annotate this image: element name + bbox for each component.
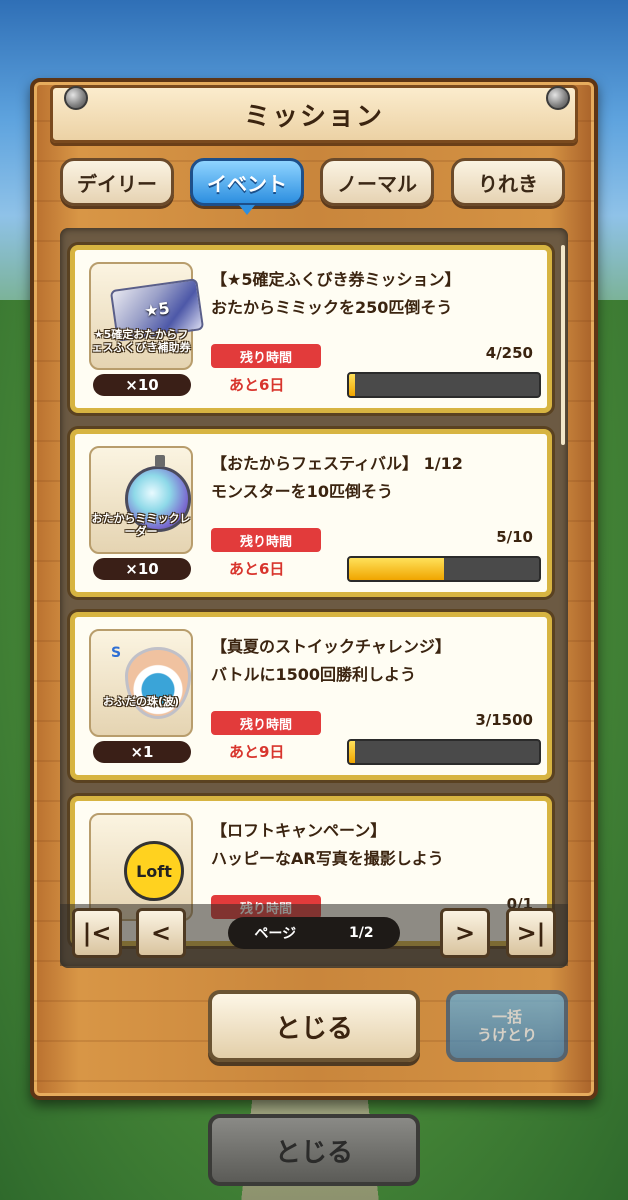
time-remaining-badge: 残り時間 [211,528,321,552]
tab-history[interactable]: りれき [451,158,565,206]
progress-fill [349,741,355,763]
reward-name: おふだの珠(波) [102,695,180,708]
page-number: 1/2 [348,925,374,941]
reward-quantity: ×10 [93,558,191,580]
last-page-button[interactable]: >| [506,908,556,958]
progress-count: 4/250 [485,344,533,362]
page-indicator: ページ 1/2 [228,917,400,949]
mission-title: 【真夏のストイックチャレンジ】 [211,637,451,656]
title-plate: ミッション [50,85,578,143]
outer-close-button[interactable]: とじる [208,1114,420,1186]
loft-icon: Loft [124,841,184,901]
chevron-left-icon: < [150,919,172,947]
progress-bar [347,372,541,398]
mission-description: おたからミミックを250匹倒そう [211,298,453,317]
days-remaining: あと6日 [229,560,285,578]
mission-description: モンスターを10匹倒そう [211,482,393,501]
mission-description: バトルに1500回勝利しよう [211,665,417,684]
mission-card[interactable]: S おふだの珠(波) ×1 【真夏のストイックチャレンジ】 バトルに1500回勝… [70,612,552,780]
next-page-button[interactable]: > [440,908,490,958]
progress-fill [349,374,355,396]
rank-s-label: S [111,645,122,661]
mission-description: ハッピーなAR写真を撮影しよう [211,849,444,868]
prev-page-button[interactable]: < [136,908,186,958]
page-title: ミッション [243,101,384,132]
reward-quantity: ×10 [93,374,191,396]
reward-icon-box: S [89,629,193,737]
skip-last-icon: >| [516,919,546,947]
skip-first-icon: |< [82,919,112,947]
collect-all-button[interactable]: 一括 うけとり [446,990,568,1062]
reward-name: おたからミミックレーダー [91,512,191,538]
tab-event[interactable]: イベント [190,158,304,215]
progress-bar [347,739,541,765]
mission-card[interactable]: ★5 ★5確定おたからフェスふくびき補助券 ×10 【★5確定ふくびき券ミッショ… [70,245,552,413]
time-remaining-badge: 残り時間 [211,711,321,735]
progress-bar [347,556,541,582]
first-page-button[interactable]: |< [72,908,122,958]
mission-title: 【ロフトキャンペーン】 [211,821,387,840]
mission-title: 【おたからフェスティバル】 1/12 [211,454,463,473]
page-label: ページ [254,926,297,942]
close-button[interactable]: とじる [208,990,420,1062]
pin-icon [546,86,570,110]
progress-count: 3/1500 [475,711,533,729]
collect-all-label-1: 一括 [491,1008,522,1026]
mission-card[interactable]: おたからミミックレーダー ×10 【おたからフェスティバル】 1/12 モンスタ… [70,429,552,597]
orb-icon [125,647,191,719]
time-remaining-badge: 残り時間 [211,344,321,368]
progress-fill [349,558,444,580]
chevron-right-icon: > [454,919,476,947]
reward-quantity: ×1 [93,741,191,763]
pin-icon [64,86,88,110]
reward-name: ★5確定おたからフェスふくびき補助券 [91,328,191,354]
days-remaining: あと6日 [229,376,285,394]
tab-daily[interactable]: デイリー [60,158,174,206]
progress-count: 5/10 [496,528,533,546]
collect-all-label-2: うけとり [476,1026,537,1044]
days-remaining: あと9日 [229,743,285,761]
tab-normal[interactable]: ノーマル [320,158,434,206]
scrollbar[interactable] [561,245,565,445]
mission-title: 【★5確定ふくびき券ミッション】 [211,270,461,289]
